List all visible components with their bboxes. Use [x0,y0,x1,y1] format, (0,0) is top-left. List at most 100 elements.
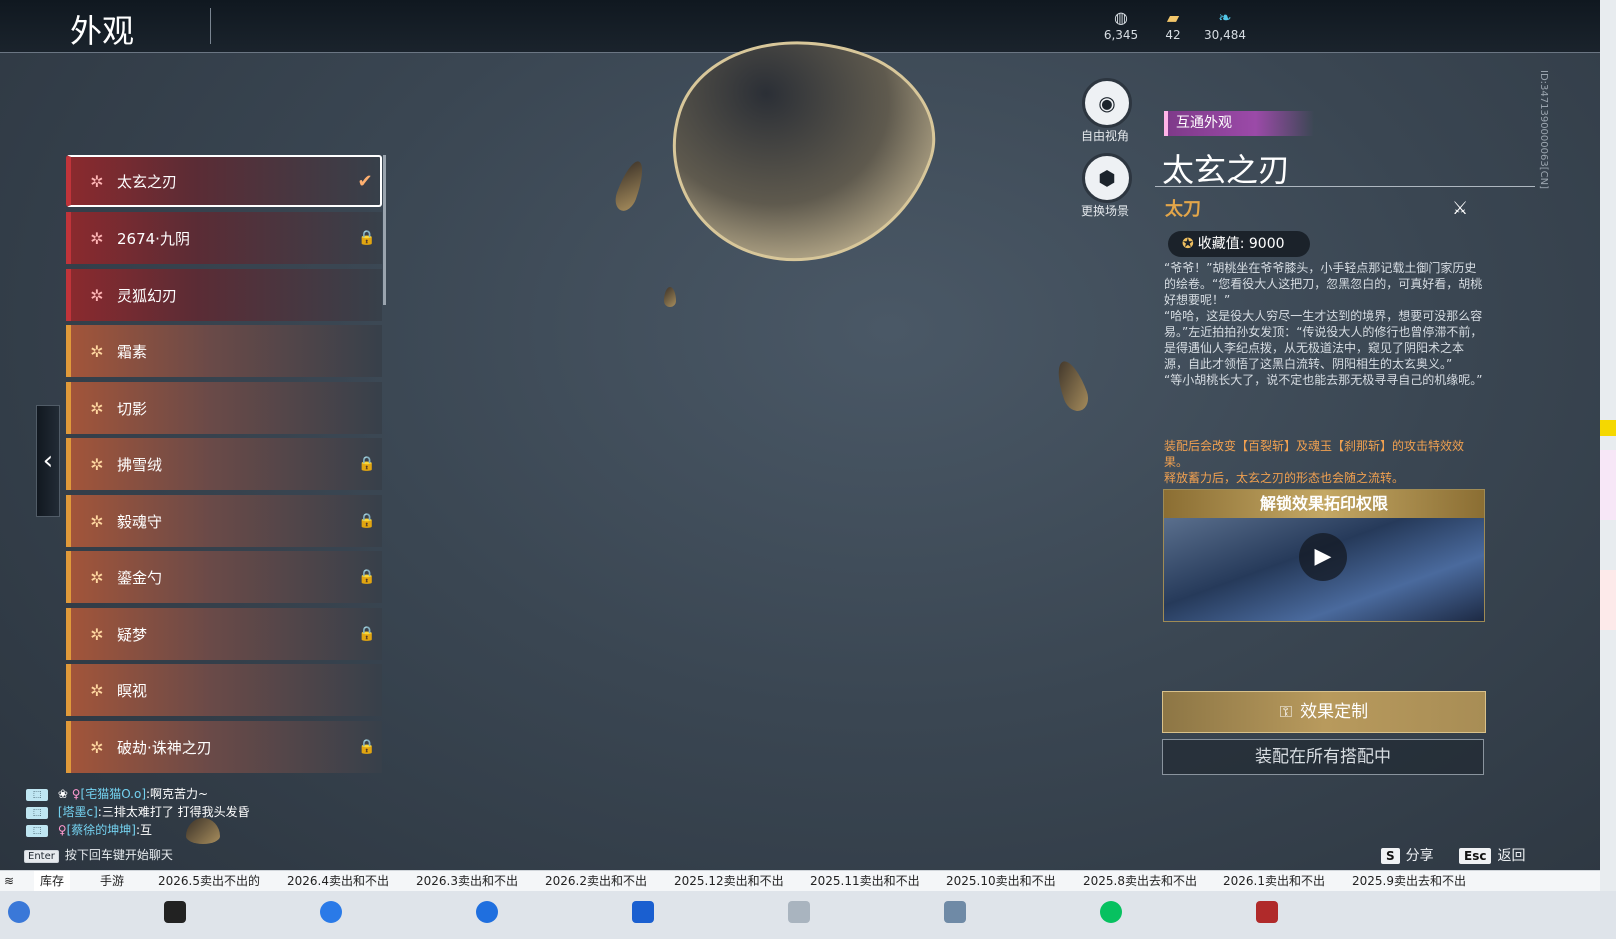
sheet-tab[interactable]: 2025.12卖出和不出 [668,871,790,891]
play-icon[interactable]: ▶ [1299,533,1347,581]
sheet-tab[interactable]: 2026.2卖出和不出 [539,871,653,891]
channel-icon: ⬚ [26,788,48,801]
lock-icon: 🔒 [358,513,376,529]
collapse-arrow-button[interactable]: ‹ [36,405,60,517]
lock-icon: 🔒 [358,569,376,585]
rarity-icon: ✲ [90,624,104,644]
skin-item[interactable]: ✲ 太玄之刃 ✔ [66,155,382,207]
sheet-tab[interactable]: 库存 [34,871,71,893]
unlock-effect-video[interactable]: 解锁效果拓印权限 ▶ [1163,489,1485,622]
skin-item[interactable]: ✲ 破劫·诛神之刃 🔒 [66,721,382,773]
rarity-icon: ✲ [90,737,104,757]
lock-icon: 🔒 [358,739,376,755]
effect-customize-button[interactable]: ⚿ 效果定制 [1162,691,1486,733]
petal [1051,357,1093,415]
back-button[interactable]: Esc 返回 [1459,845,1525,865]
sheet-tab[interactable]: 2026.3卖出和不出 [410,871,524,891]
skin-item[interactable]: ✲ 灵狐幻刃 [66,269,382,321]
skin-item-label: 疑梦 [117,625,148,644]
female-icon: ♀ [71,787,81,801]
check-icon: ✔ [357,170,373,192]
collection-icon: ✪ [1182,236,1194,252]
video-thumbnail[interactable]: ▶ [1164,518,1484,621]
feather-icon: ❧ [1218,8,1232,27]
sheet-tab-bar: ≋ 库存 手游 2026.5卖出不出的 2026.4卖出和不出 2026.3卖出… [0,870,1600,893]
currency-tokens: ◍ 6,345 [1091,8,1151,42]
scene-cube-icon[interactable]: ⬢ [1082,153,1132,203]
chat-text: :三排太难打了 打得我头发昏 [97,805,250,819]
currency-value: 30,484 [1204,28,1246,42]
skin-item[interactable]: ✲ 疑梦 🔒 [66,608,382,660]
rarity-icon: ✲ [90,511,104,531]
rarity-icon: ✲ [90,228,104,248]
interop-tag: 互通外观 [1164,111,1314,136]
edge-marker [1600,450,1616,520]
chat-sender[interactable]: [宅猫猫O.o] [81,787,146,801]
sheet-tab[interactable]: 2026.5卖出不出的 [152,871,266,891]
rarity-icon: ✲ [90,567,104,587]
currency-feathers: ❧ 30,484 [1195,8,1255,42]
taskbar-app-icon[interactable] [944,901,966,923]
sheet-tab[interactable]: 2025.11卖出和不出 [804,871,926,891]
edge-marker [1600,420,1616,436]
sheet-tab[interactable]: 2026.1卖出和不出 [1217,871,1331,891]
currency-tickets: ▰ 42 [1143,8,1203,42]
taskbar-app-icon[interactable] [164,901,186,923]
taskbar-app-icon[interactable] [8,901,30,923]
chat-text: :啊克苦力~ [146,787,209,801]
taskbar-app-icon[interactable] [1100,901,1122,923]
rarity-icon: ✲ [90,398,104,418]
list-scrollbar[interactable] [383,155,386,305]
skin-list: ✲ 太玄之刃 ✔ ✲ 2674·九阴 🔒 ✲ 灵狐幻刃 ✲ 霜素 ✲ 切影 ✲ … [66,153,382,795]
skin-item-label: 破劫·诛神之刃 [117,738,212,757]
taskbar-app-icon[interactable] [1256,901,1278,923]
camera-icon[interactable]: ◉ [1082,78,1132,128]
skin-item-label: 毅魂守 [117,512,163,531]
layers-icon[interactable]: ≋ [4,871,14,891]
sheet-tab[interactable]: 2025.10卖出和不出 [940,871,1062,891]
change-scene-label: 更换场景 [1080,204,1129,218]
id-text: ID:3471390000063[CN] [1538,70,1549,189]
share-button[interactable]: S 分享 [1381,845,1434,865]
lock-icon: 🔒 [358,456,376,472]
skin-item[interactable]: ✲ 切影 [66,382,382,434]
sheet-tab[interactable]: 2025.9卖出去和不出 [1346,871,1472,891]
petal [664,287,676,307]
back-label: 返回 [1497,848,1526,864]
chat-enter-hint[interactable]: Enter 按下回车键开始聊天 [24,846,173,863]
rarity-icon: ✲ [90,454,104,474]
token-icon: ◍ [1114,8,1128,27]
skin-item[interactable]: ✲ 瞑视 [66,664,382,716]
taskbar-app-icon[interactable] [476,901,498,923]
key-icon: ⚿ [1279,702,1293,721]
lotus-icon: ❀ [57,787,68,801]
taskbar-app-icon[interactable] [632,901,654,923]
sheet-tab[interactable]: 手游 [94,871,130,891]
skin-item-label: 2674·九阴 [117,229,190,248]
rarity-icon: ✲ [90,341,104,361]
collection-value: 收藏值: 9000 [1197,236,1285,252]
skin-item-label: 太玄之刃 [117,172,178,191]
taskbar-app-icon[interactable] [320,901,342,923]
skin-item[interactable]: ✲ 拂雪绒 🔒 [66,438,382,490]
sheet-tab[interactable]: 2026.4卖出和不出 [281,871,395,891]
rarity-icon: ✲ [90,285,104,305]
skin-item[interactable]: ✲ 鎏金勺 🔒 [66,551,382,603]
skin-item[interactable]: ✲ 霜素 [66,325,382,377]
chat-sender[interactable]: [塔墨c] [58,805,98,819]
chat-line: ⬚ ❀ ♀[宅猫猫O.o]:啊克苦力~ [26,785,250,803]
skin-item[interactable]: ✲ 毅魂守 🔒 [66,495,382,547]
taskbar-app-icon[interactable] [788,901,810,923]
lock-icon: 🔒 [358,626,376,642]
chat-box: ⬚ ❀ ♀[宅猫猫O.o]:啊克苦力~ ⬚ [塔墨c]:三排太难打了 打得我头发… [26,785,250,839]
edge-marker [1600,570,1616,630]
equip-all-button[interactable]: 装配在所有搭配中 [1162,739,1484,775]
share-key: S [1381,848,1400,864]
chat-sender[interactable]: [蔡徐的坤坤] [67,823,136,837]
weapon-icon: ⚔ [1452,198,1469,219]
desktop-edge [1600,0,1616,939]
sheet-tab[interactable]: 2025.8卖出去和不出 [1077,871,1203,891]
skin-item-label: 鎏金勺 [117,568,163,587]
skin-item[interactable]: ✲ 2674·九阴 🔒 [66,212,382,264]
skin-item-label: 切影 [117,399,148,418]
